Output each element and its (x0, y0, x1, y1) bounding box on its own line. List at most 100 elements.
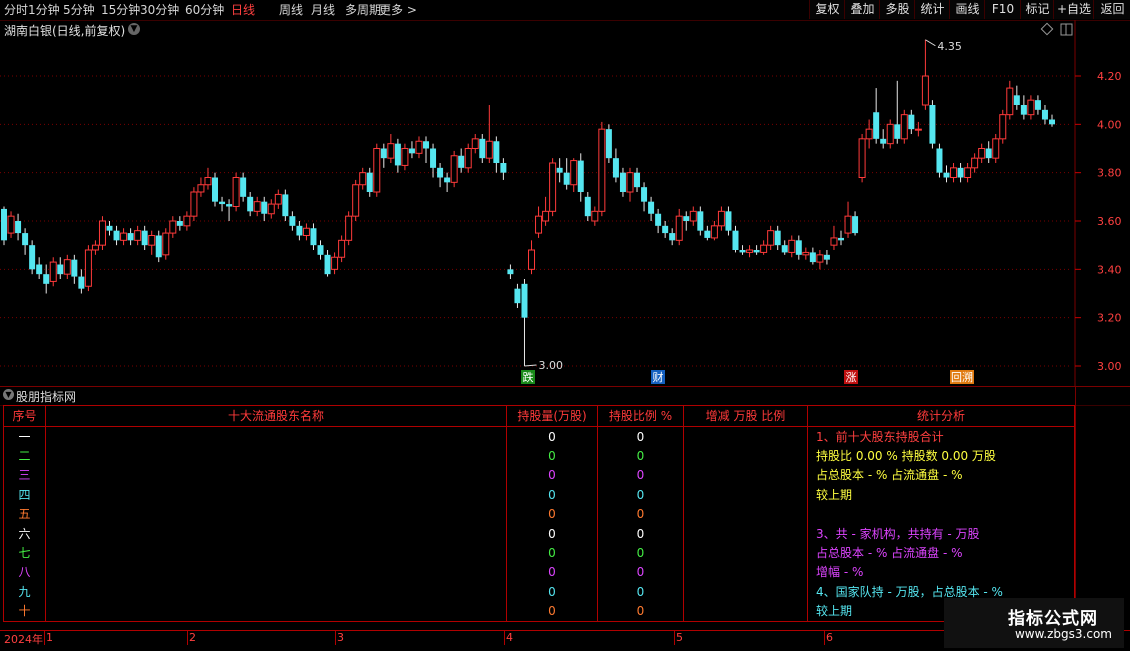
price-tick-label: 3.60 (1097, 215, 1122, 228)
row-quantity: 0 (506, 523, 598, 544)
toolbar-button-0[interactable]: 复权 (809, 0, 845, 19)
event-marker-label: 财 (653, 370, 664, 384)
period-tab-7[interactable]: 周线 (279, 2, 303, 18)
candle-body (232, 177, 240, 207)
candle-body (408, 148, 415, 154)
candle-body (141, 230, 148, 246)
candle-body (380, 148, 387, 159)
candle-body (577, 160, 584, 192)
period-tab-0[interactable]: 分时 (4, 2, 28, 18)
period-tab-1[interactable]: 1分钟 (28, 2, 60, 18)
candle-body (514, 288, 521, 304)
candle-body (739, 250, 746, 253)
candle-body (908, 114, 915, 130)
row-holder-name (45, 485, 507, 505)
candle-body (190, 191, 198, 217)
row-analysis: 1、前十大股东持股合计 (807, 426, 1075, 447)
candle-body (338, 239, 346, 258)
candle-body (366, 172, 373, 192)
chevron-down-icon[interactable]: ▼ (3, 389, 14, 400)
table-row: 十00 较上期 (3, 601, 1075, 622)
candle-body (247, 196, 254, 212)
candle-body (113, 230, 120, 241)
candle-body (373, 148, 381, 193)
row-holder-name (45, 504, 507, 524)
candle-body (760, 244, 768, 253)
toolbar-button-6[interactable]: 标记 (1020, 0, 1054, 19)
row-holder-name (45, 582, 507, 602)
candle-body (345, 215, 353, 241)
row-change (683, 543, 808, 563)
candle-body (816, 254, 824, 263)
timeline-label: 3 (337, 631, 344, 644)
row-change (683, 601, 808, 622)
row-analysis: 3、共 - 家机构，共持有 - 万股 (807, 523, 1075, 544)
period-tab-10[interactable]: 更多 > (379, 2, 417, 18)
toolbar-button-5[interactable]: F10 (984, 0, 1021, 19)
candle-body (331, 256, 339, 270)
candle-body (570, 160, 578, 186)
panel-title: 股朋指标网 (16, 390, 77, 404)
price-tick-label: 3.20 (1097, 312, 1122, 325)
candle-body (458, 155, 465, 168)
candle-body (521, 283, 528, 318)
candle-body (549, 162, 557, 212)
toolbar-button-2[interactable]: 多股 (879, 0, 915, 19)
period-tab-3[interactable]: 15分钟 (101, 2, 140, 18)
candle-body (710, 225, 718, 239)
candle-body (929, 105, 936, 144)
candle-body (1041, 109, 1048, 120)
candle-body (500, 163, 507, 173)
candle-body (7, 215, 15, 234)
low-marker (524, 364, 537, 367)
period-tab-8[interactable]: 月线 (311, 2, 335, 18)
candlestick-chart[interactable]: 4.20 4.00 3.80 3.60 3.40 3.20 3.00 4.35 3.00 跌 财 涨 回… (0, 20, 1130, 386)
price-tick-label: 3.00 (1097, 360, 1122, 373)
row-quantity: 0 (506, 446, 598, 466)
toolbar-button-8[interactable]: 返回 (1093, 0, 1130, 19)
candle-body (1049, 119, 1055, 125)
header-quantity: 持股量(万股) (506, 405, 598, 427)
candle-body (584, 196, 591, 217)
candle-body (183, 215, 191, 227)
row-percentage: 0 (597, 504, 684, 524)
candle-body (767, 230, 775, 246)
row-seq: 二 (3, 446, 46, 466)
panel-divider (1075, 386, 1076, 630)
timeline-tick (504, 631, 505, 645)
candle-body (444, 177, 451, 183)
row-change (683, 562, 808, 583)
row-percentage: 0 (597, 601, 684, 622)
period-tab-6[interactable]: 日线 (231, 2, 255, 18)
row-analysis (807, 504, 1075, 524)
toolbar-button-4[interactable]: 画线 (949, 0, 985, 19)
candle-body (204, 177, 212, 186)
candle-body (732, 230, 739, 250)
toolbar-button-1[interactable]: 叠加 (844, 0, 880, 19)
shareholders-table: 序号 十大流通股东名称 持股量(万股) 持股比例 % 增减 万股 比例 统计分析… (3, 405, 1075, 622)
period-tab-9[interactable]: 多周期 (345, 2, 381, 18)
period-tab-5[interactable]: 60分钟 (185, 2, 224, 18)
timeline-tick (824, 631, 825, 645)
candle-body (71, 259, 78, 277)
period-tab-4[interactable]: 30分钟 (140, 2, 179, 18)
candle-body (1006, 87, 1014, 116)
candle-body (781, 245, 788, 253)
candle-body (535, 215, 543, 234)
candle-body (162, 232, 170, 256)
row-change (683, 485, 808, 505)
header-analysis: 统计分析 (807, 405, 1075, 427)
candle-body (556, 167, 563, 173)
candle-body (317, 245, 324, 255)
period-tab-2[interactable]: 5分钟 (63, 2, 95, 18)
toolbar-button-7[interactable]: +自选 (1053, 0, 1094, 19)
candle-body (662, 225, 669, 234)
candle-body (274, 193, 282, 205)
candle-body (795, 240, 802, 255)
candle-body (950, 167, 958, 178)
row-quantity: 0 (506, 426, 598, 447)
candle-body (900, 114, 908, 140)
candle-body (1027, 99, 1035, 116)
toolbar-button-3[interactable]: 统计 (914, 0, 950, 19)
candle-body (57, 264, 64, 275)
